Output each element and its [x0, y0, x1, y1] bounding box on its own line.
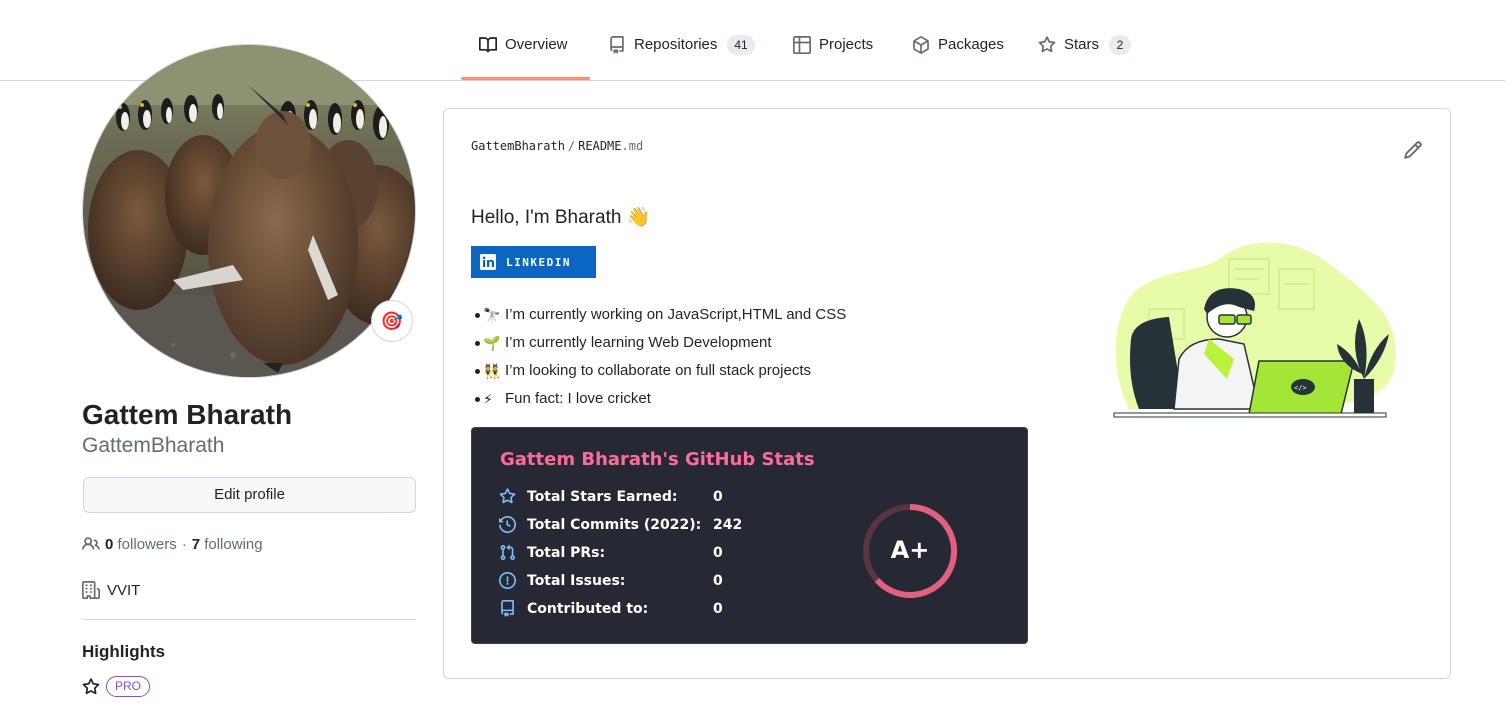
repo-icon: [610, 36, 624, 54]
tab-overview[interactable]: Overview: [479, 36, 568, 80]
tab-projects[interactable]: Projects: [793, 36, 873, 80]
list-item-text: I’m currently working on JavaScript,HTML…: [505, 306, 847, 323]
telescope-icon: 🔭: [483, 307, 501, 323]
readme-path: GattemBharath / README.md: [471, 139, 643, 153]
highlights-row: PRO: [82, 676, 151, 697]
linkedin-label: LINKEDIN: [506, 255, 571, 269]
issue-icon: [499, 572, 516, 589]
star-icon: [82, 677, 100, 694]
rank-ring: A+: [863, 503, 958, 598]
stars-counter: 2: [1109, 35, 1132, 55]
list-item-text: Fun fact: I love cricket: [505, 390, 651, 407]
rank-grade: A+: [891, 536, 930, 564]
package-icon: [913, 36, 929, 54]
coder-illustration: </>: [1113, 242, 1396, 418]
readme-file-link[interactable]: README: [578, 139, 621, 153]
followers-label: followers: [117, 535, 177, 553]
stat-label: Total Stars Earned:: [527, 488, 678, 505]
tab-label: Packages: [938, 36, 1004, 53]
sidebar-divider: [83, 619, 416, 620]
pro-badge[interactable]: PRO: [106, 676, 151, 697]
stat-value: 0: [713, 600, 723, 617]
stat-label: Total Commits (2022):: [527, 516, 702, 533]
selected-tab-underline: [461, 77, 590, 80]
stat-value: 0: [713, 488, 723, 505]
organization: VVIT: [82, 581, 140, 599]
list-item: 👯 I’m looking to collaborate on full stac…: [474, 357, 846, 385]
set-status-button[interactable]: 🎯: [371, 300, 413, 342]
tab-label: Repositories: [634, 36, 718, 53]
repositories-counter: 41: [727, 35, 755, 55]
stats-title: Gattem Bharath's GitHub Stats: [500, 449, 815, 470]
history-icon: [499, 516, 516, 533]
pull-request-icon: [500, 544, 515, 560]
book-icon: [479, 37, 497, 53]
followers-link[interactable]: 0 followers: [105, 536, 177, 553]
follow-stats: 0 followers · 7 following: [82, 535, 263, 553]
list-item-text: I’m looking to collaborate on full stack…: [505, 362, 811, 379]
organization-name: VVIT: [107, 581, 141, 599]
seedling-icon: 🌱: [483, 335, 501, 351]
stat-value: 242: [713, 516, 743, 533]
tab-packages[interactable]: Packages: [912, 36, 1004, 80]
readme-file-ext: .md: [621, 139, 644, 153]
star-icon: [499, 488, 516, 504]
table-icon: [793, 36, 811, 54]
stat-row-commits: Total Commits (2022): 242: [499, 516, 742, 533]
edit-profile-button[interactable]: Edit profile: [83, 477, 416, 513]
status-emoji: 🎯: [380, 310, 404, 331]
readme-bullet-list: 🔭 I’m currently working on JavaScript,HTM…: [474, 301, 847, 413]
readme-owner-link[interactable]: GattemBharath: [471, 139, 565, 153]
follow-separator: ·: [181, 535, 187, 553]
svg-text:</>: </>: [1294, 384, 1307, 392]
list-item: 🔭 I’m currently working on JavaScript,HTM…: [474, 301, 847, 329]
following-label: following: [204, 535, 263, 553]
highlights-title: Highlights: [82, 642, 166, 661]
tab-label: Projects: [819, 36, 874, 53]
profile-full-name: Gattem Bharath: [82, 399, 293, 430]
readme-greeting: Hello, I'm Bharath 👋: [471, 207, 651, 228]
stat-row-stars: Total Stars Earned: 0: [499, 488, 723, 505]
lightning-icon: ⚡: [483, 391, 493, 407]
organization-icon: [82, 581, 100, 599]
tab-label: Overview: [505, 36, 568, 53]
stat-row-prs: Total PRs: 0: [499, 544, 723, 561]
stat-row-issues: Total Issues: 0: [499, 572, 723, 589]
github-stats-card: Gattem Bharath's GitHub Stats Total Star…: [471, 427, 1028, 644]
avatar[interactable]: [82, 44, 416, 378]
list-item-text: I’m currently learning Web Development: [505, 334, 772, 351]
linkedin-badge[interactable]: LINKEDIN: [471, 246, 596, 278]
penguin-photo: [83, 45, 415, 377]
people-icon: [82, 537, 100, 550]
repo-icon: [501, 600, 514, 617]
people-dancing-icon: 👯: [483, 363, 501, 379]
pencil-icon[interactable]: [1403, 140, 1423, 160]
stat-label: Contributed to:: [527, 600, 649, 617]
stat-value: 0: [713, 572, 723, 589]
following-link[interactable]: 7 following: [192, 536, 263, 553]
stat-label: Total PRs:: [527, 544, 606, 561]
stat-row-contributed: Contributed to: 0: [499, 600, 723, 617]
linkedin-icon: [480, 254, 496, 270]
stat-label: Total Issues:: [527, 572, 626, 589]
stat-value: 0: [713, 544, 723, 561]
list-item: 🌱 I’m currently learning Web Development: [474, 329, 846, 357]
star-icon: [1038, 36, 1056, 53]
tab-stars[interactable]: Stars 2: [1038, 35, 1132, 80]
path-separator: /: [567, 139, 576, 153]
followers-count: 0: [105, 535, 114, 553]
following-count: 7: [191, 535, 201, 553]
list-item: ⚡ Fun fact: I love cricket: [474, 385, 846, 413]
profile-readme-card: GattemBharath / README.md Hello, I'm Bhara…: [443, 108, 1451, 679]
profile-username: GattemBharath: [82, 434, 225, 457]
tab-repositories[interactable]: Repositories 41: [608, 35, 755, 80]
tab-label: Stars: [1064, 36, 1100, 53]
